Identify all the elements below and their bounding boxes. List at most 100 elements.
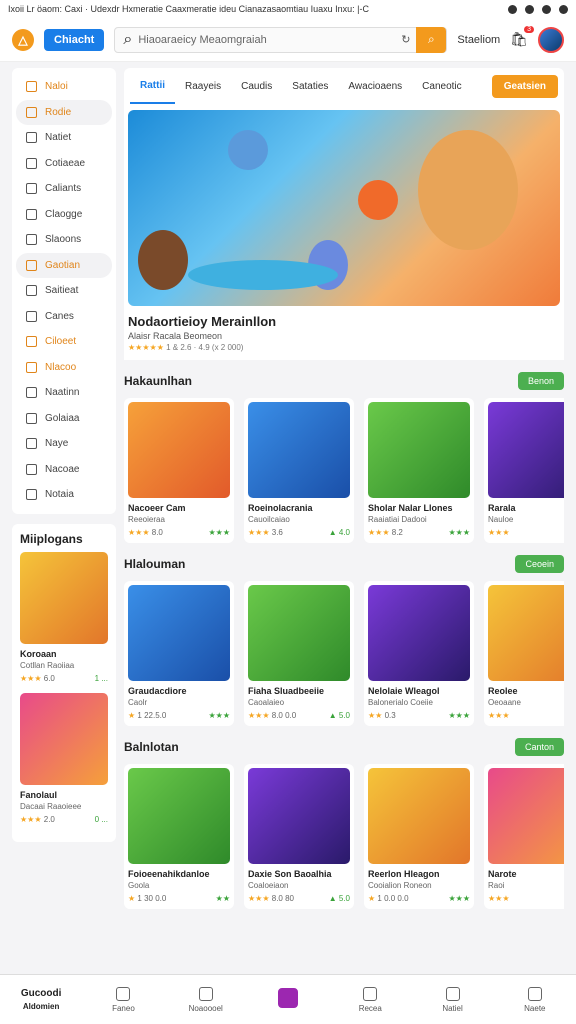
- game-thumbnail[interactable]: [20, 551, 108, 644]
- game-card[interactable]: Sholar Nalar Llones Raaiatiai Dadooi ★★★ 8…: [364, 398, 474, 543]
- sidebar-item[interactable]: Canes: [16, 304, 112, 330]
- bottom-nav: Gucoodi Aldomien Faneo Noaoooel Recea Natiel N…: [0, 974, 576, 1024]
- tab[interactable]: Caudis: [231, 68, 282, 104]
- sidebar-item-label: Nacoae: [45, 463, 80, 475]
- avatar[interactable]: [538, 26, 564, 53]
- game-developer: Raoi: [488, 881, 505, 890]
- category-icon: [26, 310, 37, 322]
- sidebar-item[interactable]: Naloi: [16, 74, 112, 100]
- sidebar-item-label: Natiet: [45, 132, 72, 144]
- game-thumbnail[interactable]: [368, 585, 470, 681]
- section-more-button[interactable]: Canton: [514, 738, 564, 756]
- sidebar-item[interactable]: Nacoae: [16, 457, 112, 483]
- game-thumbnail[interactable]: [488, 768, 564, 864]
- signin-link[interactable]: Staeliom: [457, 34, 500, 46]
- rating-text: 1 & 2.6 · 4.9 (x 2 000): [166, 343, 244, 352]
- tab[interactable]: Caneotic: [412, 68, 471, 104]
- game-card[interactable]: Reolee Oeoaane ★★★: [484, 581, 564, 726]
- logo-icon[interactable]: △: [12, 28, 34, 51]
- game-card[interactable]: Fiaha Sluadbeeiie Caoalaieo ★★★ 8.0 0.0 ▲ 5…: [244, 581, 354, 726]
- hero-subtitle: Alaisr Racala Beomeon: [128, 331, 223, 341]
- category-icon: [26, 285, 37, 297]
- game-score: 0 ...: [94, 814, 108, 824]
- nav-item[interactable]: Naete: [494, 975, 576, 1024]
- game-card[interactable]: Roeinolacrania Cauoilcaiao ★★★ 3.6 ▲ 4.0: [244, 398, 354, 543]
- sidebar-item[interactable]: Naatinn: [16, 380, 112, 406]
- tab[interactable]: Rattii: [130, 68, 175, 104]
- category-icon: [26, 463, 37, 475]
- game-card[interactable]: Fanolaul Dacaai Raaoieee ★★★ 2.0 0 ...: [20, 692, 108, 824]
- game-card[interactable]: Daxie Son Baoalhia Coaloeiaon ★★★ 8.0 80 ▲ …: [244, 764, 354, 909]
- game-card[interactable]: Nacoeer Cam Reeoieraa ★★★ 8.0 ★★★: [124, 398, 234, 543]
- hero-banner[interactable]: Nodaortieioy Merainllon Alaisr Racala Be…: [124, 104, 564, 360]
- game-name: Nacoeer Cam: [128, 503, 186, 513]
- game-meta: ★★★ 8.0 ★★★: [128, 528, 230, 537]
- nav-item[interactable]: Gucoodi Aldomien: [0, 975, 82, 1024]
- game-card[interactable]: Foioeenahikdanloe Goola ★ 1 30 0.0 ★★: [124, 764, 234, 909]
- game-thumbnail[interactable]: [248, 585, 350, 681]
- game-card[interactable]: Rarala Nauloe ★★★: [484, 398, 564, 543]
- sidebar-item[interactable]: Natiet: [16, 125, 112, 151]
- nav-label: Natiel: [442, 1003, 463, 1013]
- refresh-icon[interactable]: ↻: [401, 33, 410, 46]
- sidebar-item[interactable]: Gaotian: [16, 252, 112, 278]
- game-thumbnail[interactable]: [248, 402, 350, 498]
- game-rating: 8.0 0.0: [271, 711, 297, 720]
- nav-item[interactable]: Faneo: [82, 975, 164, 1024]
- search-input[interactable]: Hiaoaraeicy Meaomgraiah: [138, 34, 395, 46]
- game-card[interactable]: Nelolaie Wleagol Balonerialo Coeiie ★★ 0.3…: [364, 581, 474, 726]
- game-thumbnail[interactable]: [368, 402, 470, 498]
- hero-image[interactable]: [128, 110, 560, 306]
- hero-title: Nodaortieioy Merainllon: [128, 314, 277, 329]
- sidebar-item[interactable]: Naye: [16, 431, 112, 457]
- sidebar-item-label: Naloi: [45, 81, 68, 93]
- tab-cta-button[interactable]: Geatsien: [491, 74, 558, 98]
- nav-item[interactable]: Recea: [329, 975, 411, 1024]
- sidebar-item[interactable]: Caliants: [16, 176, 112, 202]
- game-thumbnail[interactable]: [20, 692, 108, 785]
- tab-bar: Rattii Raayeis Caudis Sataties Awacioaens Can…: [124, 68, 564, 104]
- game-rating: 8.0 80: [271, 894, 294, 903]
- sidebar-item[interactable]: Cotiaeae: [16, 151, 112, 177]
- sidebar-item[interactable]: Rodie: [16, 99, 112, 125]
- game-thumbnail[interactable]: [128, 768, 230, 864]
- category-icon: [26, 438, 37, 450]
- search-bar[interactable]: ⌕ Hiaoaraeicy Meaomgraiah ↻ ⌕: [114, 26, 448, 53]
- sidebar-item[interactable]: Claogge: [16, 202, 112, 228]
- sidebar-item[interactable]: Ciloeet: [16, 329, 112, 355]
- game-card[interactable]: Graudacdiore Caolr ★ 1 22.5.0 ★★★: [124, 581, 234, 726]
- sidebar-item[interactable]: Notaia: [16, 482, 112, 508]
- game-card[interactable]: Narote Raoi ★★★: [484, 764, 564, 909]
- game-score: ▲ 4.0: [328, 528, 350, 537]
- logo-button[interactable]: Chiacht: [44, 28, 105, 51]
- game-thumbnail[interactable]: [128, 402, 230, 498]
- sidebar-item[interactable]: Golaiaa: [16, 406, 112, 432]
- nav-item[interactable]: [247, 975, 329, 1024]
- game-thumbnail[interactable]: [368, 768, 470, 864]
- sidebar-item[interactable]: Nlacoo: [16, 355, 112, 381]
- tab[interactable]: Sataties: [282, 68, 338, 104]
- nav-item[interactable]: Noaoooel: [165, 975, 247, 1024]
- tab[interactable]: Raayeis: [175, 68, 231, 104]
- nav-item[interactable]: Natiel: [411, 975, 493, 1024]
- game-score: ▲ 5.0: [328, 711, 350, 720]
- game-meta: ★★★ 8.0 80 ▲ 5.0: [248, 894, 350, 903]
- game-stars: ★★★: [368, 528, 390, 537]
- category-icon: [26, 259, 37, 271]
- game-card[interactable]: Koroaan Cotllan Raoiiaa ★★★ 6.0 1 ...: [20, 551, 108, 683]
- section-more-button[interactable]: Ceoein: [515, 555, 564, 573]
- section-more-button[interactable]: Benon: [517, 372, 564, 390]
- search-button[interactable]: ⌕: [416, 26, 447, 53]
- cart-icon[interactable]: 🛍 3: [510, 26, 534, 48]
- game-rating: 1 22.5.0: [137, 711, 167, 720]
- tab[interactable]: Awacioaens: [338, 68, 412, 104]
- game-thumbnail[interactable]: [488, 402, 564, 498]
- game-thumbnail[interactable]: [248, 768, 350, 864]
- game-developer: Cotllan Raoiiaa: [20, 660, 75, 670]
- sidebar-item[interactable]: Saitieat: [16, 278, 112, 304]
- sidebar-item[interactable]: Slaoons: [16, 227, 112, 253]
- game-thumbnail[interactable]: [488, 585, 564, 681]
- game-card[interactable]: Reerlon Hleagon Cooialion Roneon ★ 1 0.0 0…: [364, 764, 474, 909]
- top-bar: △ Chiacht ⌕ Hiaoaraeicy Meaomgraiah ↻ ⌕ …: [0, 18, 576, 62]
- game-thumbnail[interactable]: [128, 585, 230, 681]
